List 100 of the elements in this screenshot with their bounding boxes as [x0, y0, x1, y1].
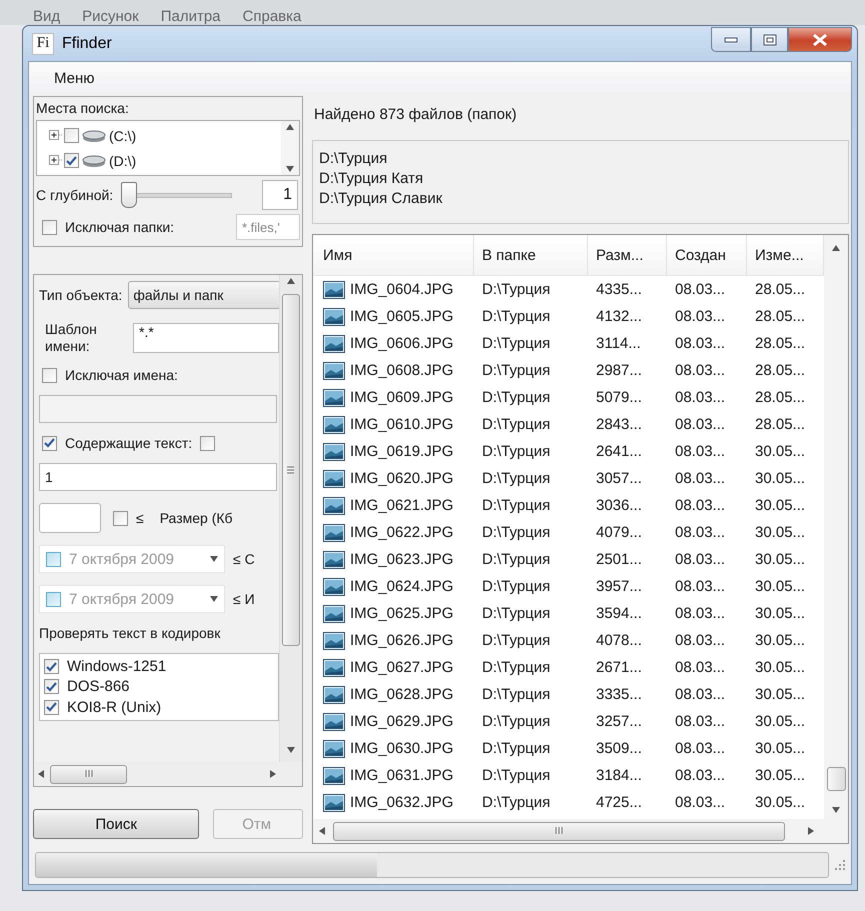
checkbox[interactable]: [200, 436, 216, 450]
table-cell-text: 3184...: [595, 767, 643, 784]
table-cell-text: 08.03...: [674, 767, 726, 784]
table-cell-text: 08.03...: [674, 551, 726, 568]
scroll-right-icon: [270, 770, 276, 778]
object-type-dropdown[interactable]: файлы и папк: [128, 281, 279, 309]
checkbox[interactable]: [44, 679, 59, 694]
table-cell-text: 3509...: [595, 740, 643, 757]
caret-icon: [210, 556, 218, 562]
tree-item[interactable]: (C:\): [49, 123, 281, 148]
size-field[interactable]: [39, 503, 101, 533]
results-summary: Найдено 873 файлов (папок): [313, 104, 518, 124]
table-cell-text: 30.05...: [754, 470, 806, 487]
image-file-icon: [323, 712, 345, 730]
menu-item[interactable]: Вид: [33, 8, 60, 25]
scrollbar-thumb[interactable]: [282, 294, 300, 646]
table-cell-text: 30.05...: [754, 686, 806, 703]
table-cell-text: D:\Турция: [481, 551, 552, 568]
folder-path: D:\Турция: [319, 149, 388, 169]
table-cell-text: 08.03...: [674, 713, 726, 730]
image-file-icon: [323, 550, 345, 568]
image-file-icon: [323, 334, 345, 352]
close-button[interactable]: [788, 27, 852, 52]
table-cell-text: D:\Турция: [481, 335, 552, 352]
scrollbar[interactable]: [279, 275, 302, 762]
checkbox[interactable]: [44, 700, 59, 715]
table-cell-text: D:\Турция: [481, 443, 552, 460]
table-cell-text: 28.05...: [754, 362, 806, 379]
text-field[interactable]: 1: [39, 463, 277, 491]
image-file-icon: [323, 658, 345, 676]
list-item[interactable]: DOS-866: [44, 677, 274, 697]
checkbox[interactable]: [46, 552, 61, 566]
table-cell-text: 30.05...: [754, 767, 806, 784]
table-cell-text: D:\Турция: [481, 578, 552, 595]
scroll-down-icon: [287, 747, 295, 753]
table-cell-text: 08.03...: [674, 389, 726, 406]
table-cell-text: 08.03...: [674, 497, 726, 514]
exclude-folders-field[interactable]: *.files,': [236, 214, 300, 240]
table-cell-text: 28.05...: [754, 389, 806, 406]
table-cell: IMG_0608.JPG: [350, 362, 454, 379]
scrollbar[interactable]: [313, 819, 848, 843]
table-cell-text: 2501...: [595, 551, 643, 568]
image-file-icon: [323, 794, 345, 812]
table-cell-text: 08.03...: [674, 308, 726, 325]
table-cell: IMG_0619.JPG: [350, 443, 454, 460]
checkbox[interactable]: [42, 220, 57, 234]
table-cell-text: 08.03...: [674, 335, 726, 352]
image-file-icon: [323, 604, 345, 622]
name-pattern-field[interactable]: *.*: [133, 323, 279, 353]
tree-item[interactable]: (D:\): [49, 148, 281, 173]
checkbox[interactable]: [64, 153, 79, 168]
depth-field[interactable]: 1: [262, 180, 298, 210]
column-header[interactable]: Разм...: [588, 235, 667, 275]
table-cell-text: 30.05...: [754, 605, 806, 622]
date-text: 7 октября 2009: [69, 590, 174, 608]
menu-item[interactable]: Справка: [242, 8, 302, 25]
tree-label: (D:\): [109, 152, 136, 168]
table-cell-text: 30.05...: [754, 497, 806, 514]
list-item[interactable]: Windows-1251: [44, 657, 274, 676]
scroll-down-icon: [286, 166, 294, 172]
column-header[interactable]: Имя: [313, 235, 474, 275]
minimize-button[interactable]: [711, 27, 751, 52]
checkbox[interactable]: [44, 659, 59, 674]
maximize-button[interactable]: [751, 27, 788, 52]
menu-item[interactable]: Меню: [54, 70, 95, 86]
image-file-icon: [323, 632, 345, 650]
exclude-names-field[interactable]: [39, 395, 277, 423]
table-cell-text: D:\Турция: [481, 497, 552, 514]
table-cell-text: 08.03...: [674, 632, 726, 649]
scrollbar[interactable]: [824, 235, 848, 819]
checkbox[interactable]: [64, 128, 79, 143]
image-file-icon: [323, 280, 345, 298]
table-cell: IMG_0632.JPG: [350, 794, 454, 811]
table-cell-text: 3057...: [595, 470, 643, 487]
list-item[interactable]: KOI8-R (Unix): [44, 698, 274, 717]
folder-path: D:\Турция Славик: [319, 189, 444, 209]
search-button[interactable]: Поиск: [33, 809, 200, 839]
column-header[interactable]: Создан: [667, 235, 747, 275]
maximize-icon: [762, 34, 776, 46]
table-cell-text: 08.03...: [674, 794, 726, 811]
table-cell-text: 08.03...: [674, 578, 726, 595]
table-cell-text: 08.03...: [674, 470, 726, 487]
menu-item[interactable]: Палитра: [160, 8, 221, 25]
scroll-left-icon: [319, 827, 325, 835]
slider-thumb[interactable]: [121, 182, 138, 208]
table-cell-text: 08.03...: [674, 416, 726, 433]
checkbox[interactable]: [42, 436, 57, 450]
menu-item[interactable]: Рисунок: [82, 8, 139, 25]
column-header[interactable]: В папке: [474, 235, 588, 275]
checkbox[interactable]: [113, 510, 128, 526]
field-label: Проверять текст в кодировк: [39, 625, 222, 641]
folder-path: D:\Турция Катя: [319, 169, 424, 189]
scrollbar-thumb[interactable]: [50, 764, 127, 784]
checkbox[interactable]: [42, 368, 57, 382]
scrollbar-thumb[interactable]: [826, 767, 846, 791]
field-label: Размер (Кб: [160, 510, 233, 526]
scrollbar-thumb[interactable]: [333, 822, 785, 840]
checkbox[interactable]: [46, 592, 61, 606]
grip-icon: [84, 770, 92, 778]
close-icon: [812, 32, 828, 46]
